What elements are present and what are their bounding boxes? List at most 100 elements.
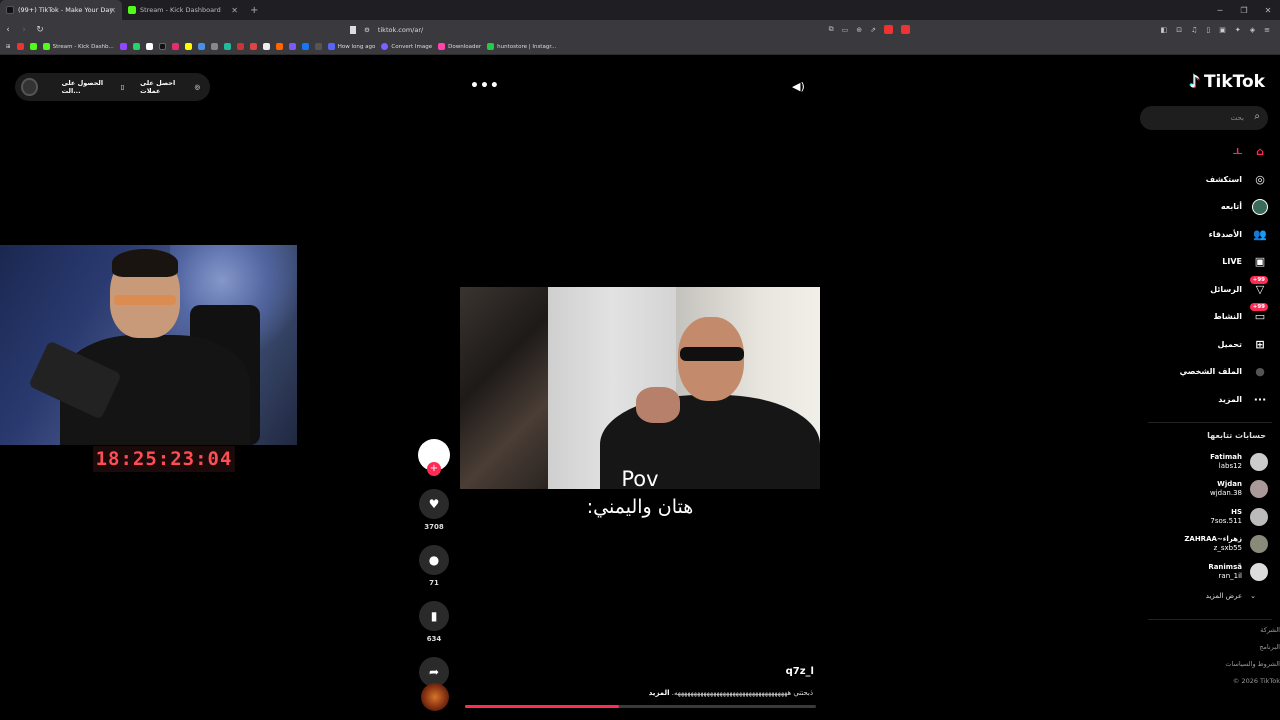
wallet-icon[interactable]: ◈ — [1250, 26, 1255, 34]
extension-icon[interactable]: ◧ — [1161, 26, 1168, 34]
cast-icon[interactable]: ▭ — [842, 26, 849, 34]
footer-program[interactable]: البرنامج — [1140, 643, 1280, 660]
search-icon[interactable]: ⌕ — [1254, 111, 1260, 122]
new-tab-icon[interactable]: + — [250, 5, 258, 16]
get-app-button[interactable]: الحصول على الت... ▯ — [62, 79, 125, 95]
bookmark-icon[interactable]: ▮ — [419, 601, 449, 631]
github-icon[interactable] — [262, 43, 270, 50]
kick-icon[interactable] — [29, 43, 37, 50]
whatsapp-icon[interactable] — [132, 43, 140, 50]
media-icon[interactable]: ♫ — [1191, 26, 1197, 34]
search-input[interactable]: بحث ⌕ — [1140, 106, 1268, 130]
bookmark-how-long-ago[interactable]: How long ago — [327, 43, 375, 50]
footer-terms[interactable]: الشروط والسياسات — [1140, 660, 1280, 677]
heart-icon[interactable]: ♥ — [419, 489, 449, 519]
video-progress-bar[interactable] — [465, 705, 816, 708]
kick-favicon — [128, 6, 136, 14]
maximize-icon[interactable]: ❐ — [1232, 6, 1256, 15]
zoom-icon[interactable]: ⊕ — [856, 26, 862, 34]
forward-icon[interactable]: › — [16, 25, 32, 35]
bookmark-icon[interactable] — [236, 43, 244, 50]
account-item[interactable]: ZAHRAA~زهراء z_sxb55 — [1148, 531, 1268, 559]
tiktok-logo[interactable]: ♪ TikTok — [1189, 72, 1265, 92]
comment-icon[interactable]: ● — [419, 545, 449, 575]
account-item[interactable]: HS 7sos.511 — [1148, 503, 1268, 531]
see-more-label: عرض المزيد — [1205, 592, 1243, 600]
extension-icon[interactable]: ⊡ — [1176, 26, 1182, 34]
see-more-link[interactable]: المزيد — [649, 689, 670, 697]
minimize-icon[interactable]: ─ — [1208, 6, 1232, 15]
leo-icon[interactable]: ✦ — [1235, 26, 1241, 34]
nav-home[interactable]: ـلـ ⌂ — [1148, 138, 1268, 166]
bookmark-kick[interactable]: Stream - Kick Dashb... — [42, 43, 114, 50]
account-item[interactable]: Ranimsã ran_1il — [1148, 558, 1268, 586]
tab-kick[interactable]: Stream - Kick Dashboard ✕ — [122, 0, 244, 20]
reload-icon[interactable]: ↻ — [32, 25, 48, 35]
get-coins-button[interactable]: احصل على عملات ◎ — [140, 79, 200, 95]
creator-avatar[interactable]: + — [418, 439, 450, 476]
video-player[interactable] — [460, 287, 820, 489]
video-caption: Pov — [621, 467, 659, 491]
tab-title: Stream - Kick Dashboard — [140, 6, 221, 14]
more-horizontal-icon[interactable]: ••• — [470, 78, 500, 94]
author-name[interactable]: q7z_l — [740, 666, 814, 677]
tabs-icon[interactable]: ▣ — [1219, 26, 1226, 34]
bookmark-icon[interactable] — [223, 43, 231, 50]
nav-profile[interactable]: الملف الشخصي ● — [1148, 358, 1268, 386]
sidebar-icon[interactable]: ▯ — [1206, 26, 1210, 34]
tiktok-icon[interactable] — [158, 43, 166, 50]
bookmark-icon[interactable] — [210, 43, 218, 50]
send-icon: ▽ — [1255, 282, 1265, 296]
nav-upload[interactable]: تحميل ⊞ — [1148, 331, 1268, 359]
nav-explore[interactable]: استكشف ◎ — [1148, 166, 1268, 194]
bookmark-icon[interactable] — [197, 43, 205, 50]
tab-tiktok[interactable]: (99+) TikTok - Make Your Day ✕ — [0, 0, 122, 20]
close-icon[interactable]: ✕ — [109, 6, 116, 15]
nav-messages[interactable]: الرسائل ▽ +99 — [1148, 275, 1268, 304]
avatar — [1250, 480, 1268, 499]
instagram-icon[interactable] — [171, 43, 179, 50]
x-icon[interactable] — [145, 43, 153, 50]
bookmark-downloader[interactable]: Downloader — [438, 43, 481, 50]
bookmark-icon[interactable] — [350, 25, 356, 34]
address-bar[interactable]: ⚙ tiktok.com/ar/ ⧉ ▭ ⊕ ⇗ — [350, 22, 910, 37]
close-icon[interactable]: ✕ — [231, 6, 238, 15]
account-item[interactable]: Wjdan wjdan.38 — [1148, 476, 1268, 504]
tab-title: (99+) TikTok - Make Your Day — [18, 6, 114, 14]
nav-live[interactable]: LIVE ▣ — [1148, 248, 1268, 276]
url-text[interactable]: tiktok.com/ar/ — [378, 26, 423, 34]
bookmark-huntostore[interactable]: huntostore | Instagr... — [487, 43, 556, 50]
bookmark-icon[interactable] — [16, 43, 24, 50]
brave-shield-icon[interactable] — [884, 25, 893, 34]
twitch-icon[interactable] — [119, 43, 127, 50]
bookmark-convert-image[interactable]: Convert Image — [381, 43, 432, 50]
close-window-icon[interactable]: ✕ — [1256, 6, 1280, 15]
translate-icon[interactable]: ⧉ — [829, 25, 834, 34]
apps-icon[interactable]: ⊞ — [6, 44, 11, 50]
bookmark-icon[interactable] — [301, 43, 309, 50]
site-info-icon[interactable]: ⚙ — [364, 26, 370, 34]
nav-label: الأصدقاء — [1208, 229, 1242, 239]
bookmark-icon[interactable] — [275, 43, 283, 50]
footer-company[interactable]: الشركة — [1140, 626, 1280, 643]
volume-icon[interactable]: ◀) — [792, 80, 805, 93]
bookmark-icon[interactable] — [314, 43, 322, 50]
compass-icon: ◎ — [1255, 172, 1265, 186]
nav-more[interactable]: المزيد ··· — [1148, 386, 1268, 414]
menu-icon[interactable]: ≡ — [1264, 26, 1270, 34]
back-icon[interactable]: ‹ — [0, 25, 16, 35]
share-icon[interactable]: ⇗ — [870, 26, 876, 34]
see-more-accounts[interactable]: عرض المزيد ⌄ — [1206, 592, 1256, 600]
nav-following[interactable]: أتابعه — [1148, 193, 1268, 221]
user-avatar[interactable] — [21, 78, 38, 96]
snapchat-icon[interactable] — [184, 43, 192, 50]
nav-activity[interactable]: النشاط ▭ +99 — [1148, 303, 1268, 331]
nav-friends[interactable]: الأصدقاء 👥 — [1148, 221, 1268, 249]
like-action: ♥ 3708 — [418, 489, 450, 531]
bookmark-icon[interactable] — [249, 43, 257, 50]
rewards-icon[interactable] — [901, 25, 910, 34]
account-item[interactable]: Fatimah labs12 — [1148, 448, 1268, 476]
bookmark-icon[interactable] — [288, 43, 296, 50]
follow-plus-icon[interactable]: + — [427, 462, 441, 476]
sound-disc-icon[interactable] — [421, 683, 449, 711]
